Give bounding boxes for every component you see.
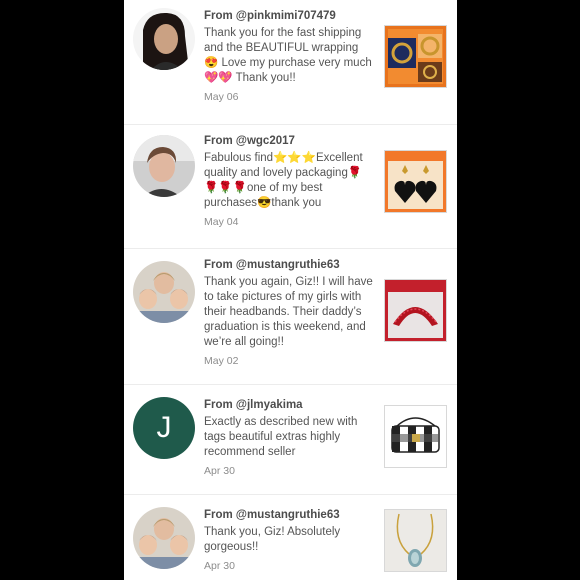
user-avatar[interactable] [133, 507, 195, 569]
avatar-letter: J [156, 411, 172, 444]
plaid-bag-listing-thumb[interactable] [384, 405, 447, 468]
user-avatar[interactable] [133, 135, 195, 197]
review-date: May 02 [204, 355, 239, 367]
review-author[interactable]: From @mustangruthie63 [204, 509, 374, 521]
review-author[interactable]: From @mustangruthie63 [204, 259, 374, 271]
review-author[interactable]: From @jlmyakima [204, 399, 374, 411]
review-message: Fabulous find⭐⭐⭐Excellent quality and lo… [204, 152, 363, 209]
username-link[interactable]: @wgc2017 [236, 135, 295, 147]
from-label: From [204, 259, 233, 271]
user-avatar[interactable] [133, 8, 195, 70]
orange-gold-bracelets-listing-thumb[interactable] [384, 25, 447, 88]
review-date: May 04 [204, 216, 239, 228]
review-item: From @mustangruthie63 Thank you again, Gi… [124, 249, 457, 385]
username-link[interactable]: @mustangruthie63 [236, 259, 340, 271]
review-item: J From @jlmyakima Exactly as described ne… [124, 385, 457, 495]
review-author[interactable]: From @pinkmimi707479 [204, 10, 374, 22]
review-item: From @pinkmimi707479 Thank you for the fa… [124, 0, 457, 125]
username-link[interactable]: @jlmyakima [236, 399, 303, 411]
reviews-screen: From @pinkmimi707479 Thank you for the fa… [124, 0, 457, 580]
from-label: From [204, 509, 233, 521]
review-author[interactable]: From @wgc2017 [204, 135, 374, 147]
review-date: Apr 30 [204, 465, 235, 477]
from-label: From [204, 135, 233, 147]
black-heart-earrings-listing-thumb[interactable] [384, 150, 447, 213]
from-label: From [204, 399, 233, 411]
review-date: May 06 [204, 91, 239, 103]
from-label: From [204, 10, 233, 22]
review-message: Exactly as described new with tags beaut… [204, 416, 358, 458]
username-link[interactable]: @mustangruthie63 [236, 509, 340, 521]
review-item: From @mustangruthie63 Thank you, Giz! Abs… [124, 495, 457, 580]
gold-necklace-listing-thumb[interactable] [384, 509, 447, 572]
review-message: Thank you again, Giz!! I will have to ta… [204, 276, 373, 348]
letter-avatar[interactable]: J [133, 397, 195, 459]
red-beaded-headband-listing-thumb[interactable] [384, 279, 447, 342]
review-item: From @wgc2017 Fabulous find⭐⭐⭐Excellent q… [124, 125, 457, 249]
review-message: Thank you for the fast shipping and the … [204, 27, 372, 84]
username-link[interactable]: @pinkmimi707479 [236, 10, 336, 22]
review-message: Thank you, Giz! Absolutely gorgeous!! [204, 526, 341, 553]
user-avatar[interactable] [133, 261, 195, 323]
review-date: Apr 30 [204, 560, 235, 572]
